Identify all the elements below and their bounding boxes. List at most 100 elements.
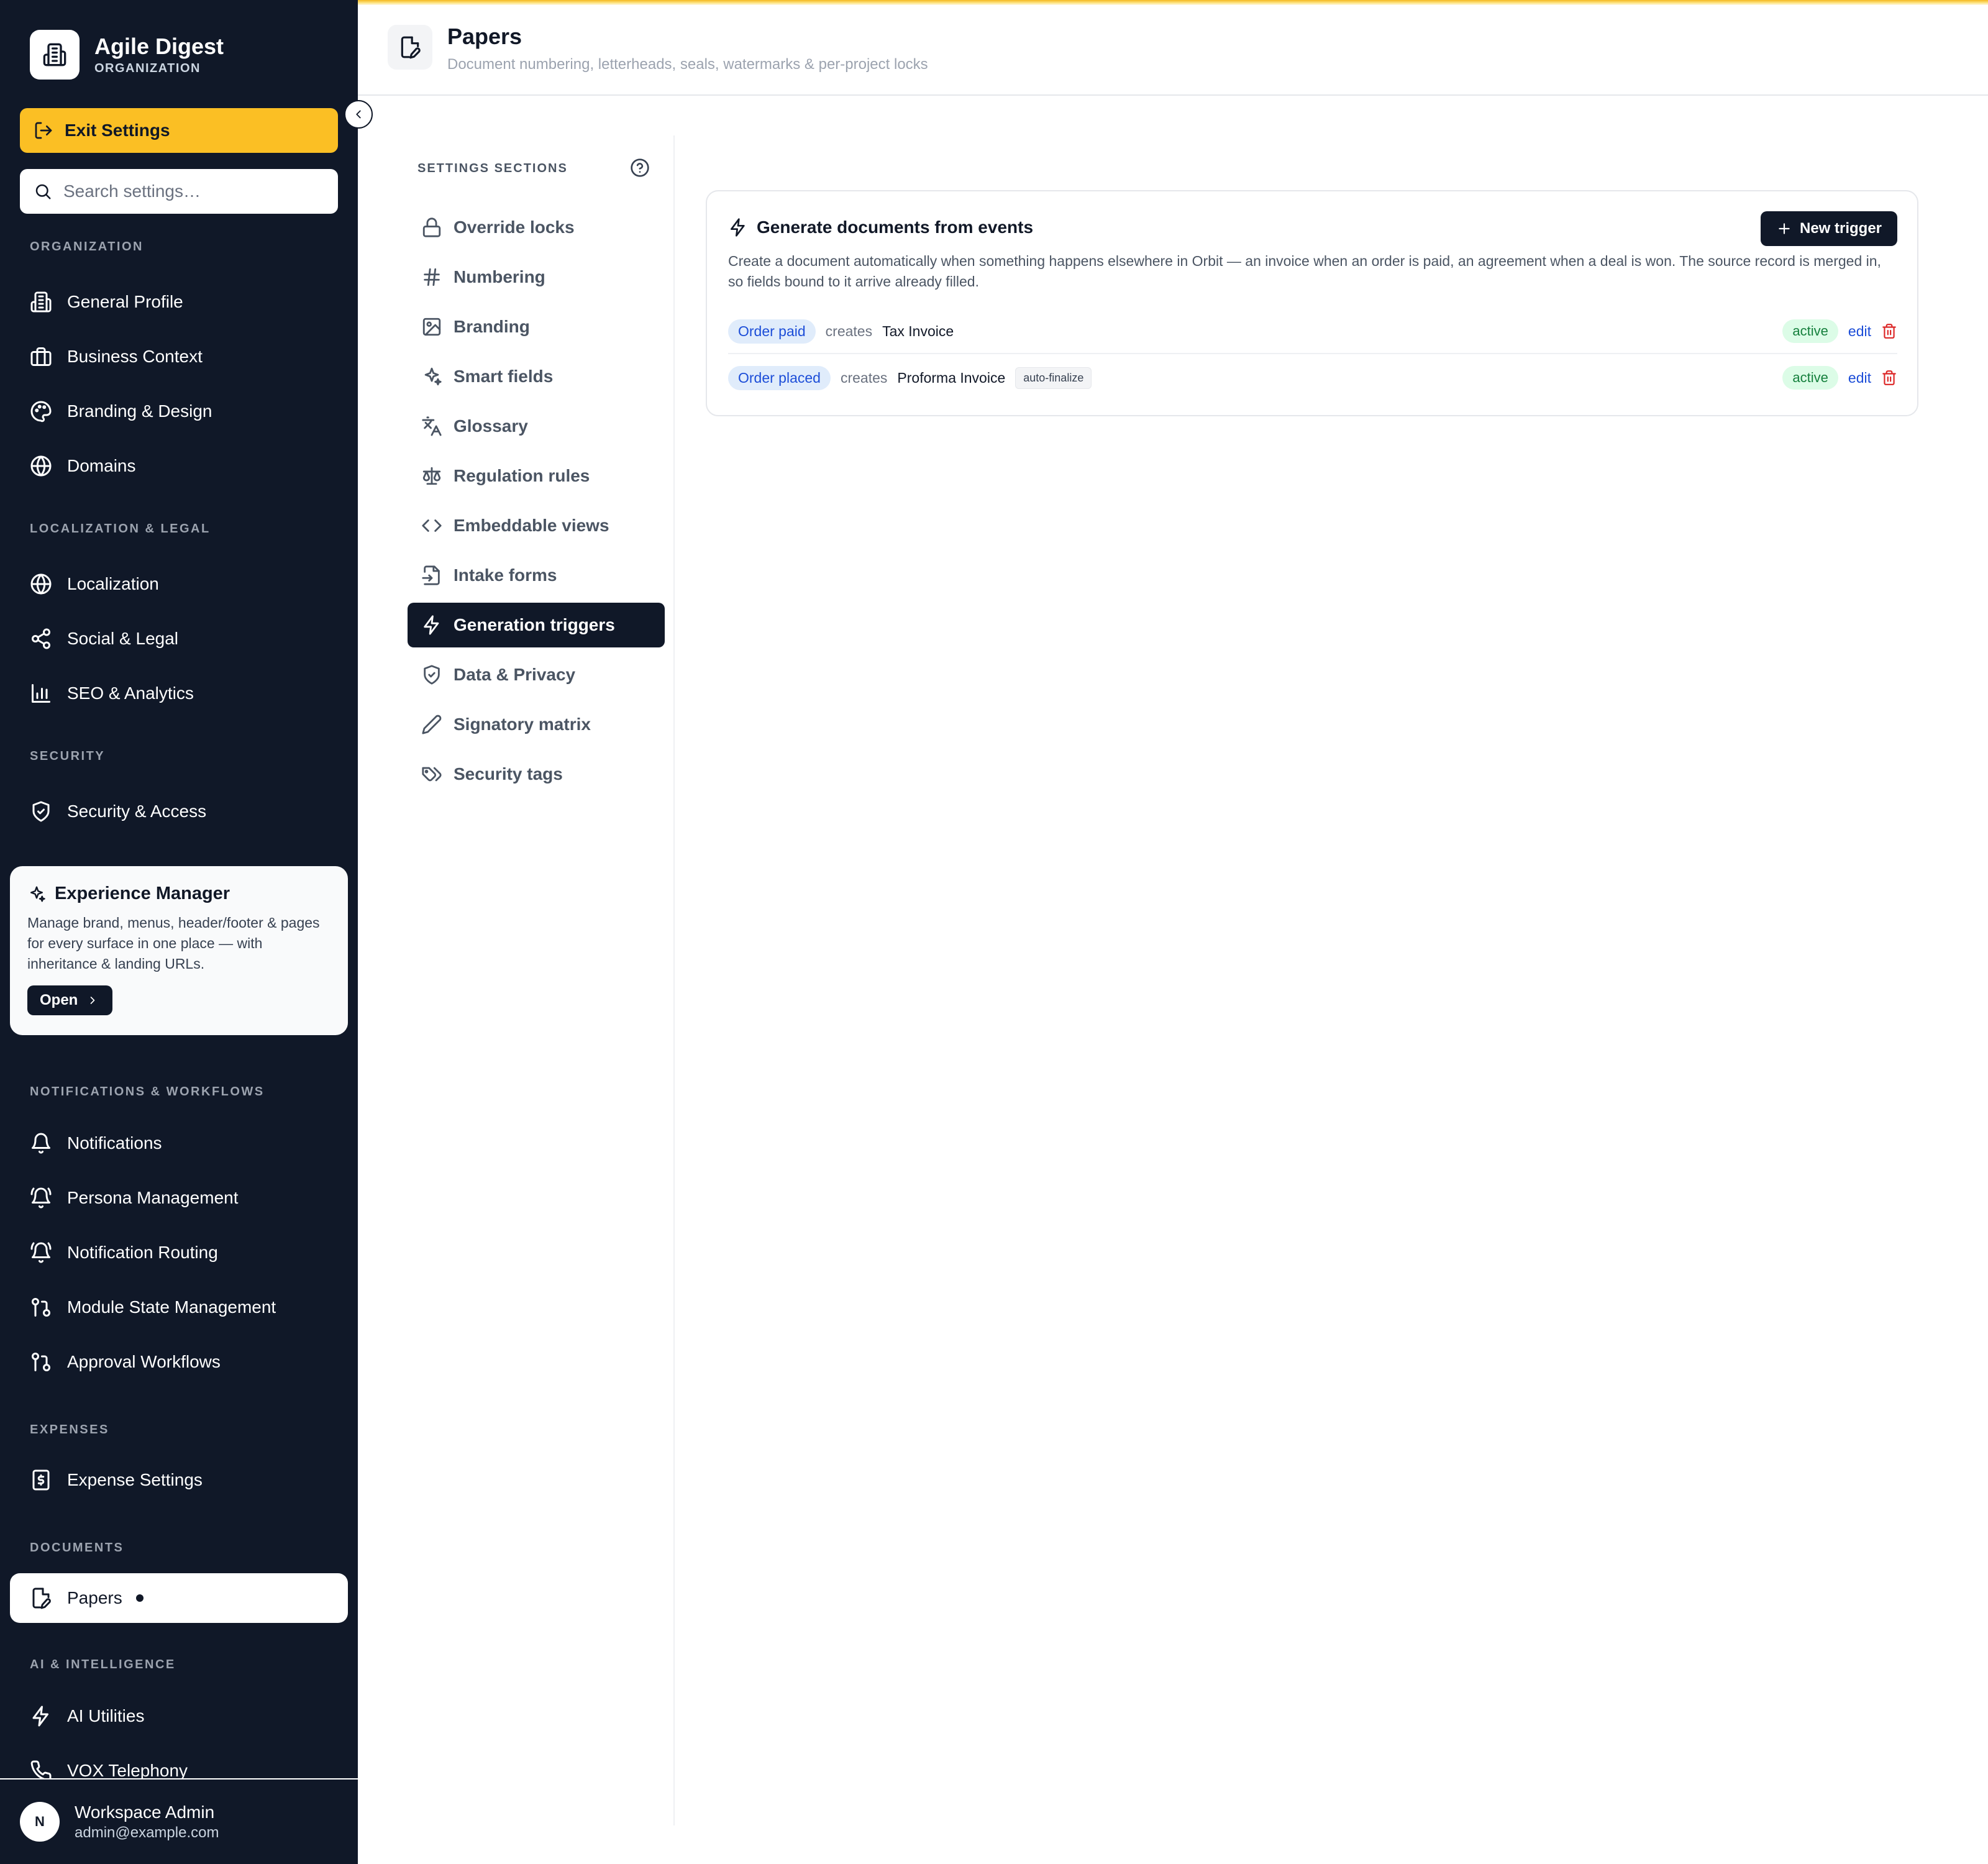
sidebar-item-domains[interactable]: Domains xyxy=(30,451,135,481)
sidebar-item-module-state[interactable]: Module State Management xyxy=(30,1292,276,1322)
sidebar-item-expense-settings[interactable]: Expense Settings xyxy=(30,1465,203,1495)
pen-icon xyxy=(422,715,442,734)
section-item-signatory-matrix[interactable]: Signatory matrix xyxy=(408,702,665,747)
section-item-numbering[interactable]: Numbering xyxy=(408,255,665,299)
section-item-embeddable-views[interactable]: Embeddable views xyxy=(408,503,665,548)
sidebar-item-label: Branding & Design xyxy=(67,401,212,421)
sparkles-icon xyxy=(424,367,442,386)
zap-icon xyxy=(424,615,439,635)
document-name: Tax Invoice xyxy=(882,322,954,339)
sidebar-item-label: Persona Management xyxy=(67,1188,239,1207)
page-header: Papers Document numbering, letterheads, … xyxy=(358,5,1988,96)
chevron-right-icon xyxy=(91,997,95,1004)
avatar: N xyxy=(20,1802,60,1842)
share-icon xyxy=(32,628,50,649)
sidebar-item-persona-management[interactable]: Persona Management xyxy=(30,1183,239,1213)
new-trigger-button[interactable]: New trigger xyxy=(1761,211,1897,246)
section-item-label: Override locks xyxy=(454,217,575,237)
hash-icon xyxy=(424,268,440,286)
palette-icon xyxy=(30,401,52,423)
page-title: Papers xyxy=(447,24,522,49)
section-item-data-privacy[interactable]: Data & Privacy xyxy=(408,652,665,697)
edit-link[interactable]: edit xyxy=(1848,323,1871,340)
card-title: Generate documents from events xyxy=(728,217,1033,237)
receipt-dollar-icon xyxy=(32,1469,50,1491)
sparkles-icon xyxy=(30,886,45,902)
git-pull-request-icon xyxy=(32,1298,50,1317)
sidebar-item-localization[interactable]: Localization xyxy=(30,569,159,599)
section-item-branding[interactable]: Branding xyxy=(408,304,665,349)
edit-link[interactable]: edit xyxy=(1848,370,1871,386)
sidebar-item-papers[interactable]: Papers xyxy=(10,1573,348,1623)
sidebar-item-approval-workflows[interactable]: Approval Workflows xyxy=(30,1347,221,1377)
help-circle-icon[interactable] xyxy=(630,158,650,178)
sidebar-item-label: SEO & Analytics xyxy=(67,683,194,703)
experience-manager-description: Manage brand, menus, header/footer & pag… xyxy=(27,915,320,972)
bell-ring-icon xyxy=(30,1242,52,1263)
sidebar-item-social-legal[interactable]: Social & Legal xyxy=(30,624,178,654)
sidebar-item-ai-utilities[interactable]: AI Utilities xyxy=(30,1701,144,1731)
sidebar-item-label: Social & Legal xyxy=(67,629,179,648)
exit-settings-button[interactable]: Exit Settings xyxy=(20,108,338,153)
section-item-security-tags[interactable]: Security tags xyxy=(408,752,665,797)
image-icon xyxy=(422,318,441,336)
section-label-expenses: EXPENSES xyxy=(30,1423,109,1437)
org-name: Agile Digest xyxy=(94,34,224,59)
sidebar-item-label: AI Utilities xyxy=(67,1706,145,1725)
sidebar-item-notifications[interactable]: Notifications xyxy=(30,1128,162,1158)
sidebar-item-notification-routing[interactable]: Notification Routing xyxy=(30,1238,218,1268)
sidebar-item-label: Security & Access xyxy=(67,802,207,821)
top-accent-bar xyxy=(358,0,1988,5)
file-edit-icon xyxy=(32,1588,51,1609)
section-item-glossary[interactable]: Glossary xyxy=(408,404,665,449)
search-input[interactable] xyxy=(63,181,324,201)
sidebar-item-seo-analytics[interactable]: SEO & Analytics xyxy=(30,678,194,708)
generation-triggers-card: Generate documents from events New trigg… xyxy=(706,190,1918,416)
bell-icon xyxy=(32,1133,50,1154)
section-label-security: SECURITY xyxy=(30,749,106,763)
auto-finalize-badge: auto-finalize xyxy=(1015,367,1092,389)
status-badge: active xyxy=(1782,366,1838,390)
tags-icon xyxy=(422,767,442,782)
globe-icon xyxy=(30,455,52,477)
file-input-icon xyxy=(422,565,440,585)
creates-text: creates xyxy=(825,322,873,339)
user-account[interactable]: N Workspace Admin admin@example.com xyxy=(0,1778,358,1864)
section-label-ai: AI & INTELLIGENCE xyxy=(30,1658,176,1671)
new-trigger-label: New trigger xyxy=(1799,220,1882,237)
section-item-label: Intake forms xyxy=(454,565,557,585)
settings-search[interactable] xyxy=(20,169,338,214)
sidebar-item-security-access[interactable]: Security & Access xyxy=(30,797,206,826)
sidebar-item-label: Approval Workflows xyxy=(67,1352,221,1371)
section-item-generation-triggers[interactable]: Generation triggers xyxy=(408,603,665,647)
section-item-intake-forms[interactable]: Intake forms xyxy=(408,553,665,598)
open-label: Open xyxy=(40,992,78,1008)
org-header: Agile Digest ORGANIZATION xyxy=(30,30,224,80)
shield-check-icon xyxy=(32,801,50,822)
creates-text: creates xyxy=(840,369,888,386)
sidebar-item-general-profile[interactable]: General Profile xyxy=(30,287,183,317)
document-name: Proforma Invoice xyxy=(897,369,1006,386)
trash-icon[interactable] xyxy=(1881,370,1897,386)
lock-icon xyxy=(422,217,441,237)
section-item-override-locks[interactable]: Override locks xyxy=(408,205,665,250)
collapse-sidebar-button[interactable] xyxy=(344,100,373,129)
section-item-label: Numbering xyxy=(454,267,545,286)
event-chip: Order placed xyxy=(728,365,831,390)
experience-manager-open-button[interactable]: Open xyxy=(27,985,113,1015)
section-label-localization: LOCALIZATION & LEGAL xyxy=(30,522,211,536)
section-item-smart-fields[interactable]: Smart fields xyxy=(408,354,665,399)
section-item-label: Embeddable views xyxy=(454,516,609,535)
building-icon xyxy=(30,30,80,80)
section-item-label: Regulation rules xyxy=(454,466,590,485)
sidebar-item-branding-design[interactable]: Branding & Design xyxy=(30,396,212,426)
sidebar-item-business-context[interactable]: Business Context xyxy=(30,342,203,372)
section-label-organization: ORGANIZATION xyxy=(30,240,144,254)
card-title-text: Generate documents from events xyxy=(757,217,1034,237)
trigger-row: Order placed creates Proforma Invoice au… xyxy=(728,355,1897,400)
trash-icon[interactable] xyxy=(1881,323,1897,339)
shield-check-icon xyxy=(424,665,440,685)
section-item-label: Smart fields xyxy=(454,367,554,386)
file-edit-icon xyxy=(388,25,432,70)
section-item-regulation-rules[interactable]: Regulation rules xyxy=(408,454,665,498)
